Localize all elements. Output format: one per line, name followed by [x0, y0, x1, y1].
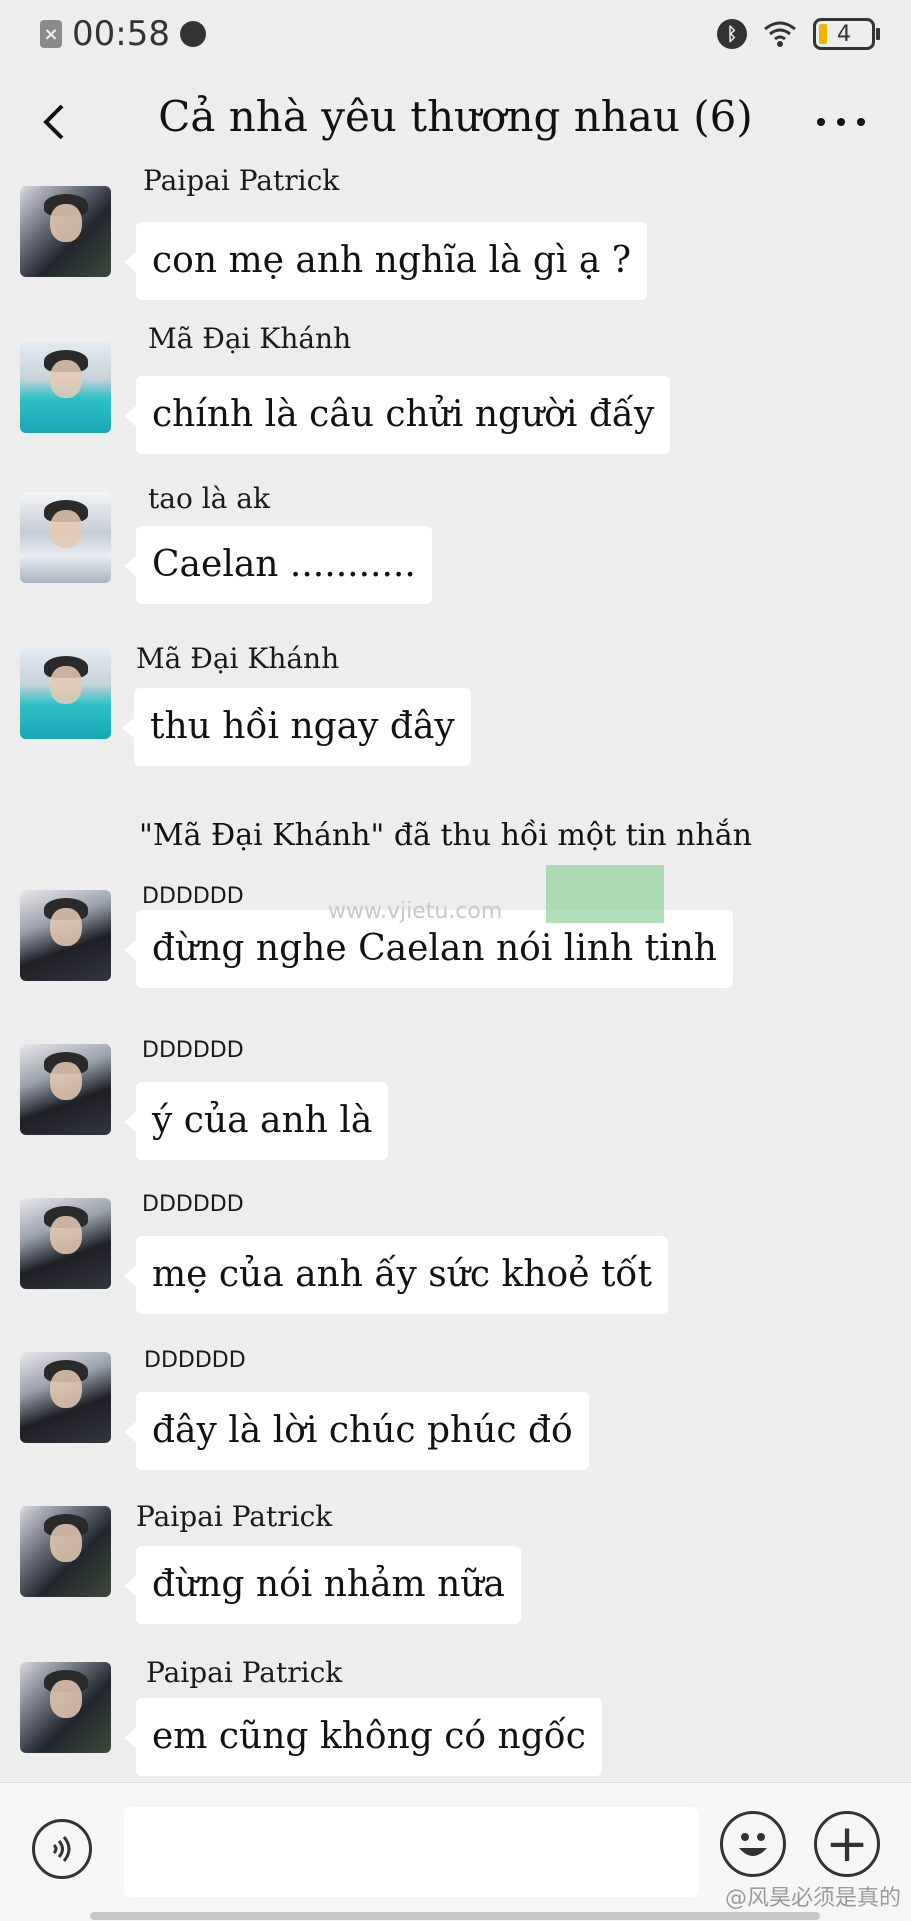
message-bubble[interactable]: ý của anh là: [123, 1082, 389, 1160]
home-indicator[interactable]: [90, 1912, 820, 1920]
bluetooth-icon: ᛒ: [717, 19, 747, 49]
recall-notice: "Mã Đại Khánh" đã thu hồi một tin nhắn: [139, 818, 752, 853]
notification-off-icon: ×: [40, 20, 62, 48]
avatar[interactable]: [20, 492, 111, 583]
emoji-icon[interactable]: [720, 1811, 786, 1877]
message-bubble[interactable]: đây là lời chúc phúc đó: [124, 1392, 589, 1470]
status-bar: × 00:58 ᛒ 4: [0, 0, 911, 70]
avatar[interactable]: [20, 890, 111, 981]
avatar[interactable]: [20, 1044, 111, 1135]
chat-title: Cả nhà yêu thương nhau (6): [158, 92, 753, 141]
avatar[interactable]: [20, 1352, 111, 1443]
plus-icon[interactable]: +: [814, 1811, 880, 1877]
message-bubble[interactable]: đừng nói nhảm nữa: [124, 1546, 521, 1624]
avatar[interactable]: [20, 1506, 111, 1597]
message-bubble[interactable]: chính là câu chửi người đấy: [123, 376, 671, 454]
status-time: 00:58: [72, 14, 170, 54]
avatar[interactable]: [20, 1662, 111, 1753]
chevron-left-icon[interactable]: [36, 102, 76, 142]
message-bubble[interactable]: con mẹ anh nghĩa là gì ạ ?: [123, 222, 648, 300]
chat-header: Cả nhà yêu thương nhau (6): [0, 72, 911, 172]
sender-name: tao là ak: [148, 482, 270, 515]
message-bubble[interactable]: em cũng không có ngốc: [124, 1698, 602, 1776]
avatar[interactable]: [20, 648, 111, 739]
watermark: www.vjietu.com: [320, 865, 665, 925]
sender-name: Paipai Patrick: [143, 164, 340, 197]
avatar[interactable]: [20, 1198, 111, 1289]
message-bubble[interactable]: thu hồi ngay đây: [122, 688, 471, 766]
battery-level: 4: [837, 21, 851, 47]
voice-icon[interactable]: [32, 1819, 92, 1879]
sender-name: Paipai Patrick: [146, 1656, 343, 1689]
sender-name: Mã Đại Khánh: [148, 322, 352, 355]
sender-name: DDDDDD: [142, 1038, 244, 1063]
battery-icon: 4: [813, 18, 880, 50]
message-bubble[interactable]: Caelan ...........: [124, 526, 432, 604]
sender-name: DDDDDD: [142, 1192, 244, 1217]
avatar[interactable]: [20, 342, 111, 433]
sender-name: Paipai Patrick: [136, 1500, 333, 1533]
sender-name: DDDDDD: [144, 1348, 246, 1373]
more-dots-icon[interactable]: [817, 118, 865, 126]
watermark-text: www.vjietu.com: [328, 899, 503, 924]
wifi-icon: [764, 21, 796, 47]
message-bubble[interactable]: mẹ của anh ấy sức khoẻ tốt: [124, 1236, 668, 1314]
message-input[interactable]: [124, 1807, 698, 1897]
weibo-credit: @风昊必须是真的: [724, 1886, 901, 1911]
sender-name: Mã Đại Khánh: [136, 642, 340, 675]
sender-name: DDDDDD: [142, 884, 244, 909]
globe-icon: [179, 21, 206, 47]
avatar[interactable]: [20, 186, 111, 277]
watermark-logo: [546, 865, 664, 923]
